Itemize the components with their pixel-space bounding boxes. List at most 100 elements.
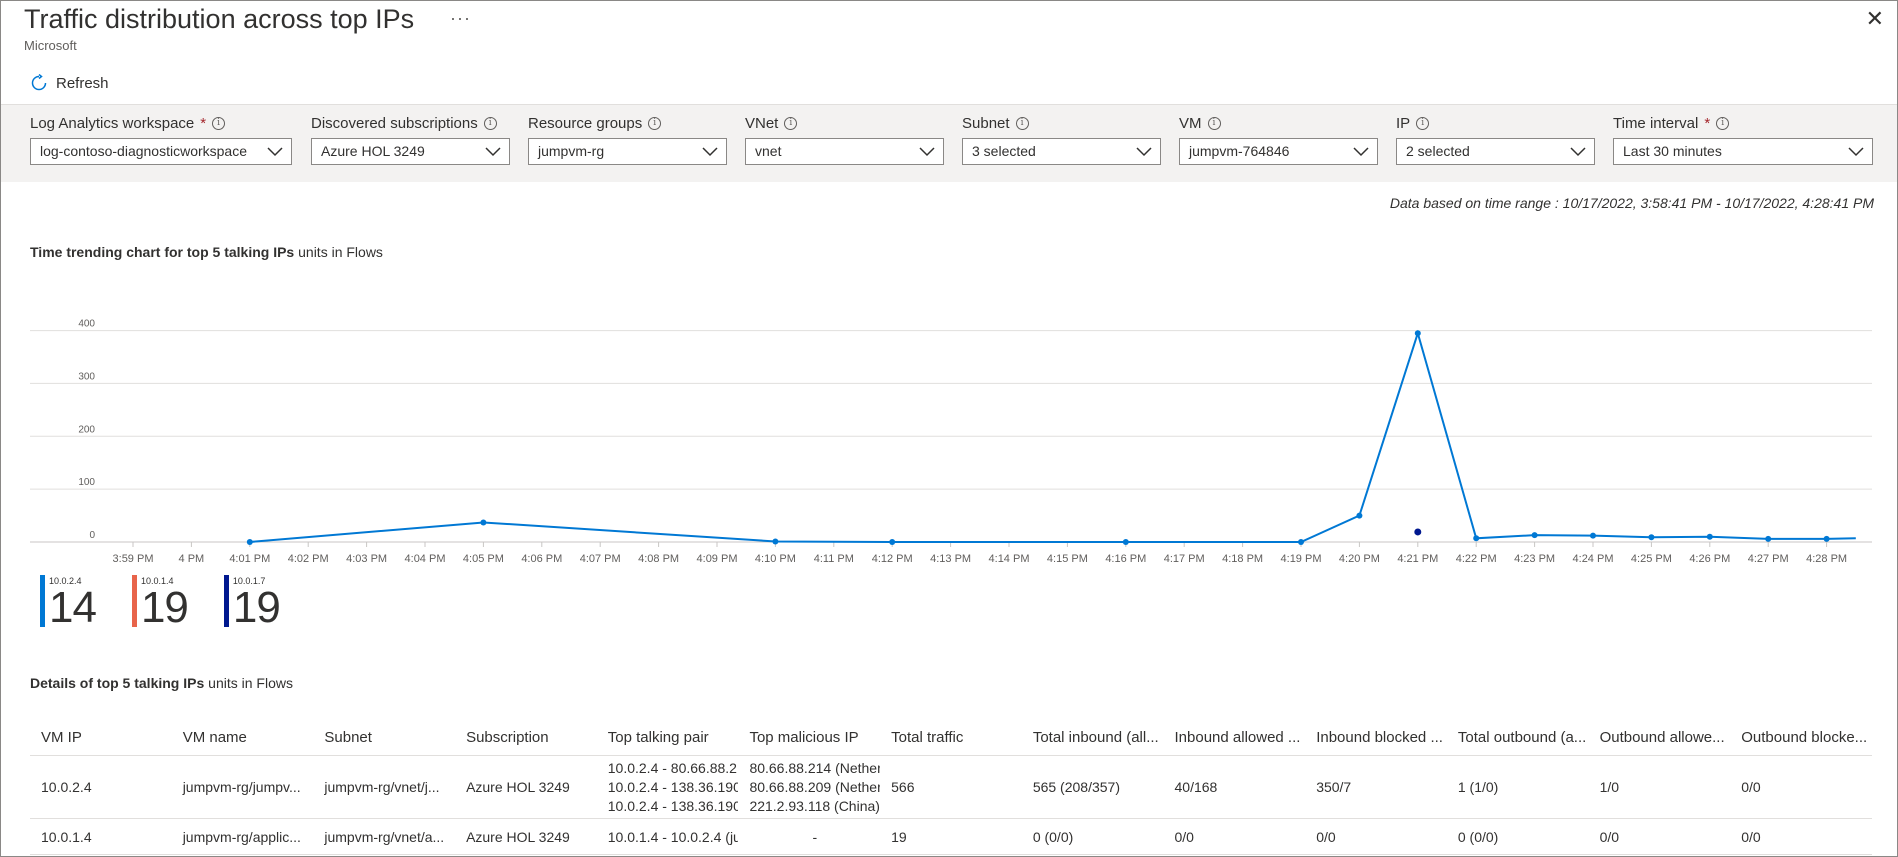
legend-value: 19 bbox=[140, 583, 189, 632]
x-tick-label: 4:16 PM bbox=[1105, 553, 1146, 565]
x-tick-label: 4:26 PM bbox=[1689, 553, 1730, 565]
column-header[interactable]: VM name bbox=[172, 729, 314, 746]
data-point bbox=[1706, 533, 1713, 540]
x-tick-label: 4:07 PM bbox=[580, 553, 621, 565]
column-header[interactable]: Inbound allowed ... bbox=[1164, 729, 1306, 746]
cell-outbound-blocked: 0/0 bbox=[1741, 779, 1761, 795]
data-point bbox=[1648, 534, 1655, 541]
ip-dropdown[interactable]: 2 selected bbox=[1396, 138, 1595, 165]
x-tick-label: 4:25 PM bbox=[1631, 553, 1672, 565]
chevron-down-icon bbox=[702, 147, 718, 157]
x-tick-label: 4:14 PM bbox=[989, 553, 1030, 565]
cell-inbound-allowed: 0/0 bbox=[1174, 828, 1194, 845]
cell-inbound-blocked: 350/7 bbox=[1316, 779, 1352, 795]
cell-top-talking-pair: 10.0.2.4 - 80.66.88.21 10.0.2.4 - 138.36.… bbox=[597, 760, 739, 814]
details-table: VM IP VM name Subnet Subscription Top talkin… bbox=[30, 720, 1872, 855]
cell-top-malicious-ip-line: 221.2.93.118 (China) bbox=[749, 798, 880, 814]
filter-vnet: VNet i vnet bbox=[745, 115, 944, 165]
column-header[interactable]: Total outbound (a... bbox=[1447, 729, 1589, 746]
dropdown-value: vnet bbox=[755, 143, 782, 159]
data-point bbox=[1414, 528, 1422, 536]
dropdown-value: Azure HOL 3249 bbox=[321, 143, 425, 159]
column-header[interactable]: Outbound allowe... bbox=[1589, 729, 1731, 746]
column-header[interactable]: Inbound blocked ... bbox=[1305, 729, 1447, 746]
cell-total-traffic: 19 bbox=[891, 828, 907, 845]
x-tick-label: 4:11 PM bbox=[814, 553, 854, 565]
chevron-down-icon bbox=[1848, 147, 1864, 157]
refresh-button[interactable]: Refresh bbox=[30, 74, 109, 92]
column-header[interactable]: Outbound blocke... bbox=[1730, 729, 1872, 746]
info-icon[interactable]: i bbox=[648, 117, 662, 130]
legend-item[interactable]: 10.0.2.4 14 bbox=[40, 575, 97, 630]
cell-total-traffic: 566 bbox=[891, 779, 915, 795]
time-trending-chart[interactable]: 0 100 200 300 400 3:59 PM 4 PM 4:01 PM 4:02 PM 4:… bbox=[30, 300, 1878, 575]
more-options-button[interactable]: ··· bbox=[450, 8, 471, 29]
chevron-down-icon bbox=[1570, 147, 1586, 157]
vm-dropdown[interactable]: jumpvm-764846 bbox=[1179, 138, 1378, 165]
required-marker: * bbox=[1704, 115, 1711, 132]
subscriptions-dropdown[interactable]: Azure HOL 3249 bbox=[311, 138, 510, 165]
x-tick-label: 4:24 PM bbox=[1573, 553, 1614, 565]
cell-total-outbound: 1 (1/0) bbox=[1457, 779, 1499, 795]
cell-top-malicious-ip: 80.66.88.214 (Nether 80.66.88.209 (Nether… bbox=[738, 760, 880, 814]
filter-discovered-subscriptions: Discovered subscriptions i Azure HOL 3249 bbox=[311, 115, 510, 165]
chevron-down-icon bbox=[919, 147, 935, 157]
subnet-dropdown[interactable]: 3 selected bbox=[962, 138, 1161, 165]
column-header[interactable]: Total inbound (all... bbox=[1022, 729, 1164, 746]
x-tick-label: 4:22 PM bbox=[1456, 553, 1497, 565]
info-icon[interactable]: i bbox=[1716, 117, 1730, 130]
x-tick-label: 4:06 PM bbox=[521, 553, 562, 565]
x-tick-label: 4:03 PM bbox=[346, 553, 387, 565]
column-header[interactable]: Subscription bbox=[455, 729, 597, 746]
table-row[interactable]: 10.0.1.4 jumpvm-rg/applic... jumpvm-rg/vne… bbox=[30, 819, 1872, 855]
data-point bbox=[772, 538, 779, 545]
legend-text: 10.0.2.4 14 bbox=[49, 575, 97, 630]
legend-item[interactable]: 10.0.1.7 19 bbox=[223, 575, 281, 632]
x-tick-label: 4:23 PM bbox=[1514, 553, 1555, 565]
info-icon[interactable]: i bbox=[483, 117, 497, 130]
close-button[interactable]: ✕ bbox=[1866, 6, 1884, 32]
x-tick-label: 4:01 PM bbox=[229, 553, 270, 565]
info-icon[interactable]: i bbox=[1015, 117, 1029, 130]
x-tick-label: 4 PM bbox=[179, 553, 205, 565]
x-tick-label: 4:18 PM bbox=[1222, 553, 1263, 565]
cell-top-malicious-ip: - bbox=[738, 829, 880, 845]
time-range-note: Data based on time range : 10/17/2022, 3… bbox=[1389, 195, 1874, 211]
dropdown-value: 3 selected bbox=[972, 143, 1036, 159]
chevron-down-icon bbox=[1136, 147, 1152, 157]
legend-value: 19 bbox=[232, 583, 281, 632]
workspace-dropdown[interactable]: log-contoso-diagnosticworkspace bbox=[30, 138, 292, 165]
column-header[interactable]: Top malicious IP bbox=[738, 729, 880, 746]
dropdown-value: jumpvm-764846 bbox=[1189, 143, 1290, 159]
legend-item[interactable]: 10.0.1.4 19 bbox=[131, 575, 189, 632]
column-header[interactable]: Total traffic bbox=[880, 729, 1022, 746]
filter-log-analytics-workspace: Log Analytics workspace * i log-contoso-di… bbox=[30, 115, 292, 165]
column-header[interactable]: Top talking pair bbox=[597, 729, 739, 746]
info-icon[interactable]: i bbox=[1416, 117, 1430, 130]
details-section-title: Details of top 5 talking IPs bbox=[30, 675, 205, 691]
column-header[interactable]: Subnet bbox=[313, 729, 455, 746]
info-icon[interactable]: i bbox=[1207, 117, 1221, 130]
x-tick-label: 4:19 PM bbox=[1281, 553, 1322, 565]
vnet-dropdown[interactable]: vnet bbox=[745, 138, 944, 165]
resource-groups-dropdown[interactable]: jumpvm-rg bbox=[528, 138, 727, 165]
table-header: VM IP VM name Subnet Subscription Top talkin… bbox=[30, 720, 1872, 756]
chart-section-units: units in Flows bbox=[298, 244, 383, 260]
cell-outbound-allowed: 1/0 bbox=[1599, 779, 1620, 795]
column-header[interactable]: VM IP bbox=[30, 729, 172, 746]
info-icon[interactable]: i bbox=[212, 117, 226, 130]
x-tick-label: 4:12 PM bbox=[872, 553, 913, 565]
filter-label: Subnet bbox=[962, 115, 1010, 132]
x-tick-label: 4:09 PM bbox=[697, 553, 738, 565]
time-interval-dropdown[interactable]: Last 30 minutes bbox=[1613, 138, 1873, 165]
cell-vm-ip: 10.0.2.4 bbox=[41, 779, 92, 795]
data-point bbox=[1473, 535, 1480, 542]
table-row[interactable]: 10.0.2.4 jumpvm-rg/jumpv... jumpvm-rg/vnet… bbox=[30, 756, 1872, 819]
x-tick-label: 4:10 PM bbox=[755, 553, 796, 565]
page-subtitle: Microsoft bbox=[24, 38, 77, 53]
filter-label: VM bbox=[1179, 115, 1202, 132]
cell-outbound-allowed: 0/0 bbox=[1599, 828, 1620, 845]
info-icon[interactable]: i bbox=[784, 117, 798, 130]
required-marker: * bbox=[200, 115, 207, 132]
page-title: Traffic distribution across top IPs bbox=[24, 4, 415, 34]
